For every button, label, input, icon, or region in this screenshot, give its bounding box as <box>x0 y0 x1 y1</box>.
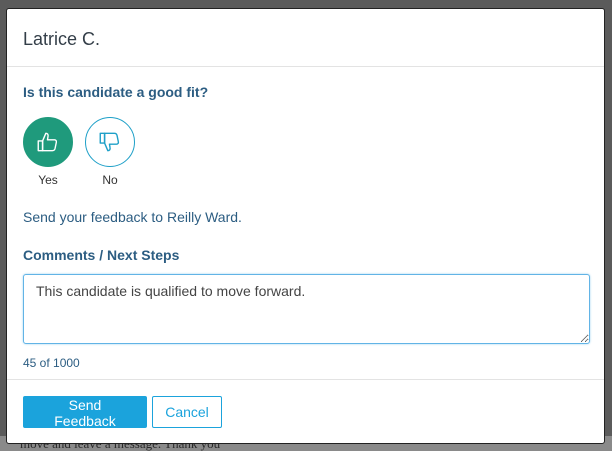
modal-footer: Send Feedback Cancel <box>7 379 604 444</box>
modal-title: Latrice C. <box>23 29 101 49</box>
no-button[interactable] <box>85 117 135 167</box>
fit-question: Is this candidate a good fit? <box>23 84 209 100</box>
send-feedback-button[interactable]: Send Feedback <box>23 396 147 429</box>
modal-header: Latrice C. <box>7 9 604 67</box>
thumbs-up-icon <box>37 132 58 152</box>
no-label: No <box>102 173 118 187</box>
send-to-text: Send your feedback to Reilly Ward. <box>23 209 242 225</box>
yes-button[interactable] <box>23 117 73 167</box>
yes-choice[interactable]: Yes <box>23 117 73 187</box>
fit-choices: Yes No <box>23 117 588 187</box>
cancel-button[interactable]: Cancel <box>152 396 222 428</box>
modal-body: Is this candidate a good fit? Yes No Sen… <box>7 67 604 370</box>
char-count: 45 of 1000 <box>23 356 80 370</box>
comments-label: Comments / Next Steps <box>23 247 180 263</box>
thumbs-down-icon <box>99 132 120 152</box>
yes-label: Yes <box>38 173 58 187</box>
feedback-modal: Latrice C. Is this candidate a good fit?… <box>6 8 605 444</box>
comments-textarea[interactable]: This candidate is qualified to move forw… <box>23 274 590 344</box>
no-choice[interactable]: No <box>85 117 135 187</box>
